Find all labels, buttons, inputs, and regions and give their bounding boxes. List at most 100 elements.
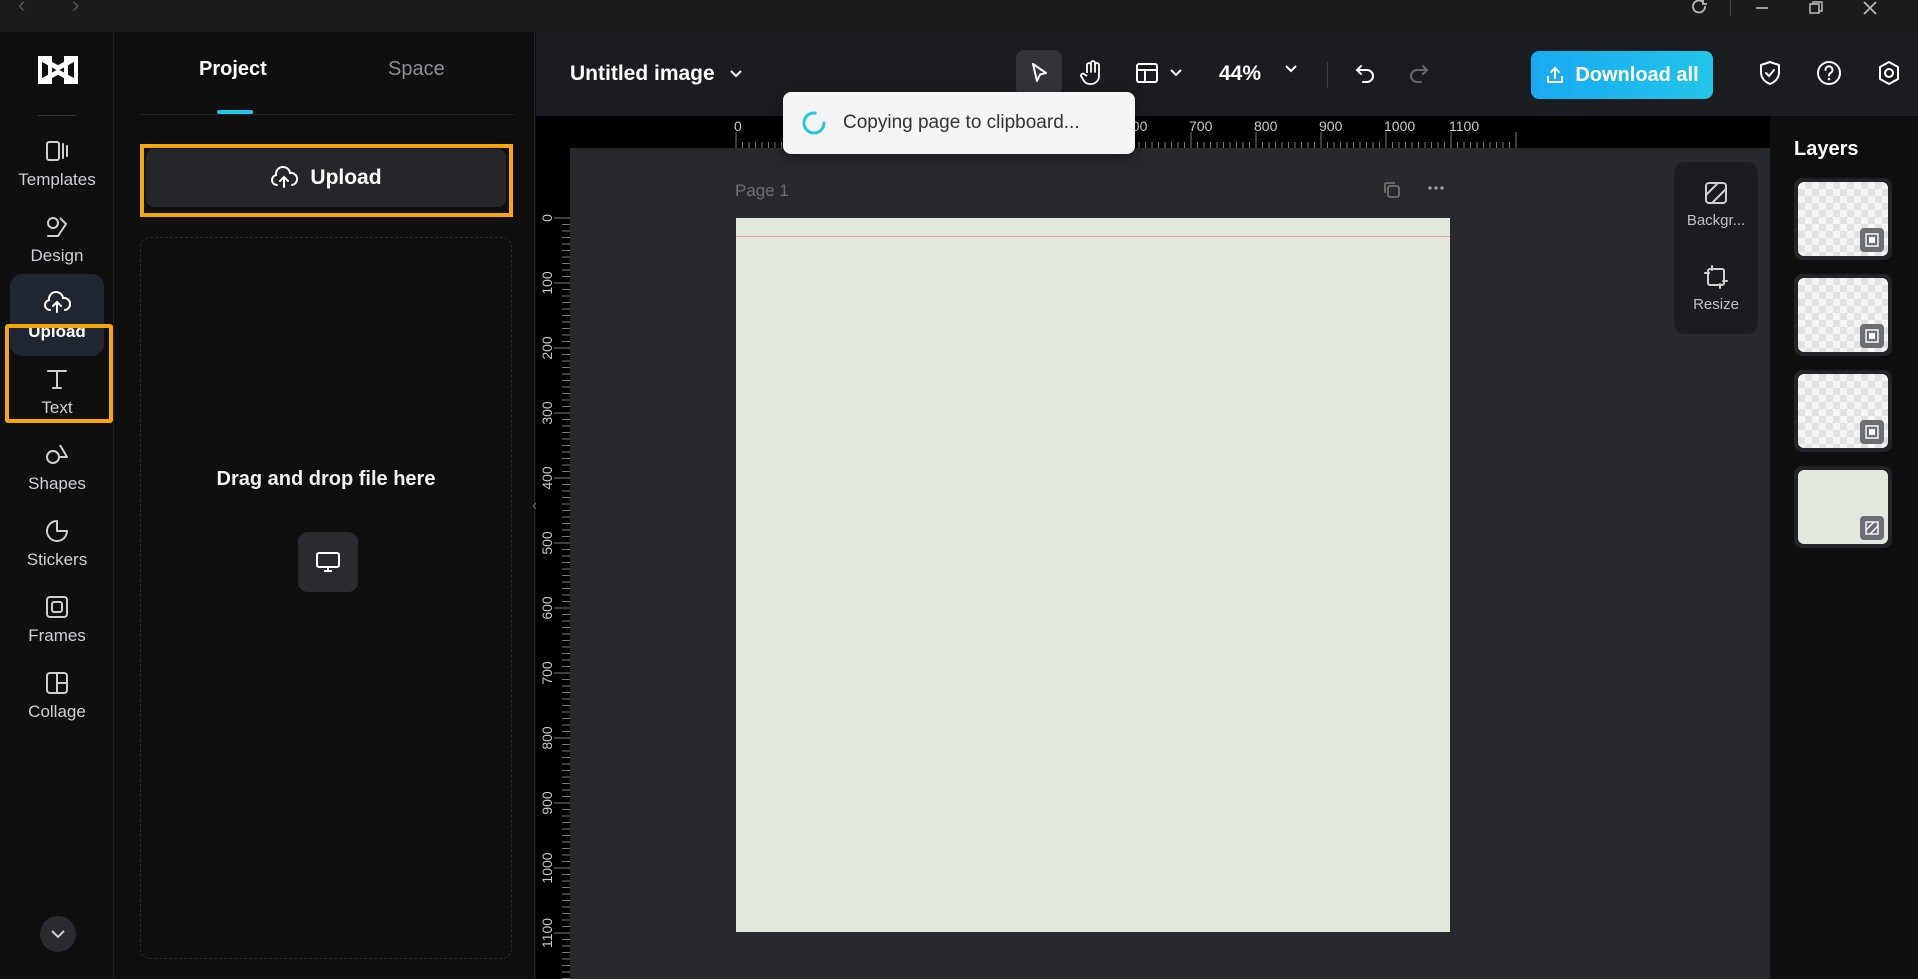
settings-button[interactable] [1866,50,1912,96]
rail-item-stickers[interactable]: Stickers [10,502,104,584]
loading-spinner-icon [802,111,826,135]
rail-item-upload[interactable]: Upload [10,274,104,356]
rail-item-label: Stickers [26,550,88,569]
top-toolbar: Untitled image 44% Download all [536,32,1918,116]
ruler-label: 700 [1189,118,1213,134]
layer-thumbnail [1798,374,1888,448]
chevron-down-icon [51,930,65,939]
rail-expand-button[interactable] [40,916,76,952]
rail-item-shapes[interactable]: Shapes [10,426,104,508]
shield-button[interactable] [1747,50,1793,96]
layout-dropdown[interactable] [1124,50,1194,96]
ruler-label: 1100 [539,918,555,948]
upload-from-device-button[interactable] [298,532,358,592]
ruler-label: 900 [1319,118,1343,134]
hand-tool-button[interactable] [1069,50,1115,96]
ruler-label: 0 [539,214,555,222]
layer-item[interactable] [1794,370,1892,452]
redo-button[interactable] [1396,50,1442,96]
rail-item-design[interactable]: Design [10,198,104,280]
image-layer-icon [1860,324,1884,348]
undo-icon [1355,65,1374,83]
upload-button-label: Upload [310,166,382,189]
text-icon [42,364,72,394]
frames-icon [42,592,72,622]
app-window: ‹ › Templates Design Upload Text Shapes … [0,0,1918,979]
select-tool-button[interactable] [1016,50,1062,96]
tab-space[interactable]: Space [388,58,445,81]
rail-item-text[interactable]: Text [10,350,104,432]
ruler-label: 900 [539,791,555,815]
rail-item-label: Shapes [28,474,86,493]
zoom-chevron-down-icon[interactable] [1284,64,1298,74]
duplicate-page-icon[interactable] [1382,180,1402,205]
more-options-icon[interactable] [1426,178,1446,203]
background-button[interactable]: Backgr... [1674,180,1758,229]
layer-item[interactable] [1794,274,1892,356]
ruler-label: 1000 [1384,118,1415,134]
vertical-ruler: 0 100 200 300 400 500 600 700 800 900 1000 1100 [536,116,570,979]
minimize-icon[interactable] [1742,0,1782,16]
cloud-upload-icon [42,288,72,318]
ruler-label: 600 [539,596,555,620]
export-icon [1547,66,1564,83]
clipboard-toast: Copying page to clipboard... [783,92,1135,154]
ruler-label: 0 [734,118,742,134]
rail-item-label: Text [41,398,73,417]
undo-button[interactable] [1342,50,1388,96]
drop-zone-text: Drag and drop file here [216,468,436,490]
rail-divider [38,115,76,116]
download-all-label: Download all [1575,63,1699,86]
canvas-page[interactable] [736,218,1450,932]
layer-item[interactable] [1794,178,1892,260]
ruler-label: 200 [539,336,555,360]
vertical-ruler-ticks: 0 100 200 300 400 500 600 700 800 900 1000 1100 [539,214,570,979]
image-layer-icon [1860,228,1884,252]
tab-project[interactable]: Project [199,58,267,81]
ruler-label: 800 [539,726,555,750]
horizontal-ruler: 010020030040050060070080090010001100 [570,116,1770,148]
hand-icon [1080,60,1100,85]
chevron-down-icon [1170,69,1182,77]
refresh-icon[interactable] [1680,0,1720,16]
monitor-icon [316,552,340,572]
close-icon[interactable] [1850,0,1890,16]
shapes-icon [42,440,72,470]
ruler-label: 1000 [539,852,555,883]
document-title-dropdown[interactable]: Untitled image [570,62,743,86]
zoom-level[interactable]: 44% [1219,62,1261,86]
layer-thumbnail [1798,470,1888,544]
rail-item-collage[interactable]: Collage [10,654,104,736]
upload-button[interactable]: Upload [146,149,506,207]
rail-item-frames[interactable]: Frames [10,578,104,660]
ruler-label: 300 [539,401,555,425]
stickers-icon [42,516,72,546]
rail-item-label: Upload [28,322,86,341]
ruler-label: 1100 [1449,118,1479,134]
ruler-label: 500 [539,531,555,555]
tool-rail: Templates Design Upload Text Shapes Stic… [0,32,114,979]
layer-thumbnail [1798,182,1888,256]
rail-item-label: Collage [28,702,86,721]
capcut-logo-icon [37,52,79,88]
resize-label: Resize [1693,296,1739,313]
shield-check-icon [1760,61,1780,85]
layer-item-background[interactable] [1794,466,1892,548]
download-all-button[interactable]: Download all [1531,51,1713,99]
cloud-upload-icon [271,166,299,188]
rail-item-templates[interactable]: Templates [10,122,104,204]
help-button[interactable] [1806,50,1852,96]
restore-icon[interactable] [1796,0,1836,16]
ruler-label: 700 [539,661,555,685]
image-layer-icon [1860,420,1884,444]
gear-icon [1879,61,1899,85]
chevron-down-icon [729,70,742,78]
toolbar-divider [1327,62,1328,88]
resize-button[interactable]: Resize [1674,264,1758,313]
back-arrow-icon[interactable]: ‹ [18,0,46,16]
design-icon [42,212,72,242]
background-icon [1705,182,1727,204]
forward-arrow-icon[interactable]: › [72,0,100,16]
drop-zone[interactable]: Drag and drop file here [140,237,512,959]
ruler-label: 100 [539,271,555,295]
